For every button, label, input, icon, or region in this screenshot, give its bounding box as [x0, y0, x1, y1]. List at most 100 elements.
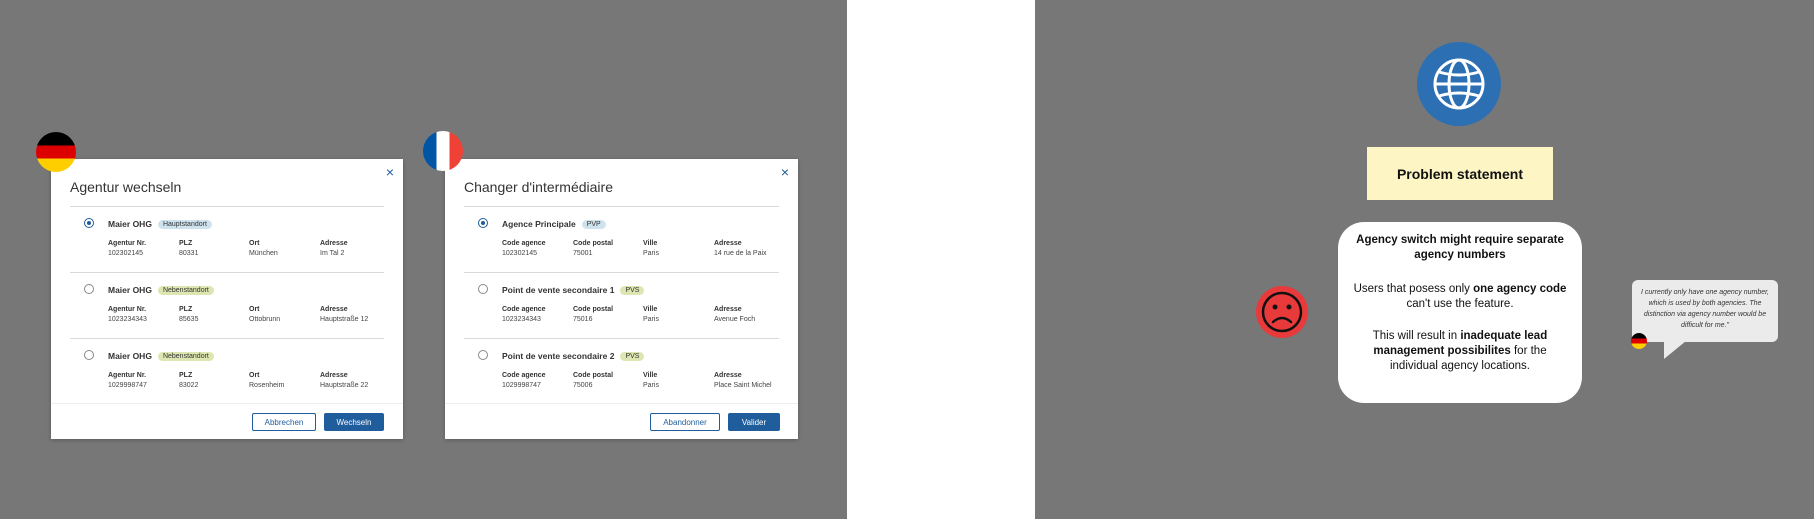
- german-flag-icon: [1631, 333, 1647, 349]
- cell-value: 80331: [179, 250, 199, 257]
- close-icon[interactable]: ×: [386, 165, 394, 179]
- cell-value: Im Tal 2: [320, 250, 345, 257]
- cell-value: Paris: [643, 316, 659, 323]
- agency-switch-dialog-de: × Agentur wechseln Maier OHG Hauptstandor…: [51, 159, 403, 439]
- column-header: Ort: [249, 240, 260, 247]
- radio-button[interactable]: [478, 218, 488, 228]
- cell-value: 14 rue de la Paix: [714, 250, 767, 257]
- cell-value: München: [249, 250, 278, 257]
- problem-text: Users that posess only: [1353, 283, 1474, 295]
- status-badge: Nebenstandort: [157, 352, 214, 361]
- agency-name: Agence Principale: [502, 219, 576, 229]
- column-header: Adresse: [714, 240, 742, 247]
- column-header: Code postal: [573, 372, 614, 379]
- list-item[interactable]: Maier OHG Hauptstandort Agentur Nr. 102302…: [70, 207, 384, 273]
- close-icon[interactable]: ×: [781, 165, 789, 179]
- status-badge: Hauptstandort: [157, 220, 212, 229]
- dialog-footer: Abbrechen Wechseln: [51, 403, 403, 439]
- column-header: Adresse: [714, 372, 742, 379]
- confirm-button[interactable]: Wechseln: [324, 413, 384, 431]
- agency-name: Point de vente secondaire 1: [502, 285, 615, 295]
- cell-value: 85635: [179, 316, 199, 323]
- cell-value: Place Saint Michel: [714, 382, 772, 389]
- problem-text-bold: one agency code: [1473, 283, 1567, 295]
- column-header: Agentur Nr.: [108, 372, 147, 379]
- column-header: Code agence: [502, 240, 546, 247]
- column-header: Ort: [249, 372, 260, 379]
- dialog-title: Agentur wechseln: [70, 179, 182, 195]
- cancel-button[interactable]: Abandonner: [650, 413, 720, 431]
- list-item[interactable]: Agence Principale PVP Code agence 10230214…: [464, 207, 779, 273]
- cell-value: Ottobrunn: [249, 316, 281, 323]
- problem-text: can't use the feature.: [1406, 298, 1514, 310]
- sad-face-icon: [1256, 286, 1308, 338]
- list-item[interactable]: Point de vente secondaire 2 PVS Code agen…: [464, 339, 779, 405]
- confirm-button[interactable]: Valider: [728, 413, 780, 431]
- column-header: Code agence: [502, 372, 546, 379]
- problem-statement-note: Problem statement: [1367, 147, 1553, 200]
- list-item[interactable]: Point de vente secondaire 1 PVS Code agen…: [464, 273, 779, 339]
- cell-value: 75001: [573, 250, 593, 257]
- column-header: Agentur Nr.: [108, 306, 147, 313]
- list-item[interactable]: Maier OHG Nebenstandort Agentur Nr. 102323…: [70, 273, 384, 339]
- cell-value: Hauptstraße 12: [320, 316, 369, 323]
- french-flag-icon: [423, 131, 463, 171]
- cell-value: 1029998747: [502, 382, 541, 389]
- cell-value: Rosenheim: [249, 382, 285, 389]
- column-header: Code postal: [573, 240, 614, 247]
- user-quote-bubble: I currently only have one agency number,…: [1632, 280, 1778, 342]
- cell-value: 75006: [573, 382, 593, 389]
- status-badge: PVP: [581, 220, 606, 229]
- agency-name: Point de vente secondaire 2: [502, 351, 615, 361]
- radio-button[interactable]: [478, 284, 488, 294]
- cell-value: 1029998747: [108, 382, 147, 389]
- cell-value: 102302145: [108, 250, 144, 257]
- column-header: Agentur Nr.: [108, 240, 147, 247]
- problem-text: This will result in: [1372, 330, 1461, 342]
- dialog-footer: Abandonner Valider: [445, 403, 798, 439]
- column-header: Adresse: [320, 306, 348, 313]
- agency-name: Maier OHG: [108, 219, 152, 229]
- status-badge: PVS: [620, 352, 645, 361]
- cell-value: 75016: [573, 316, 593, 323]
- problem-card: Agency switch might require separate age…: [1338, 222, 1582, 403]
- column-header: Adresse: [714, 306, 742, 313]
- cancel-button[interactable]: Abbrechen: [252, 413, 316, 431]
- agency-name: Maier OHG: [108, 285, 152, 295]
- agency-name: Maier OHG: [108, 351, 152, 361]
- column-header: Adresse: [320, 240, 348, 247]
- user-quote: I currently only have one agency number,…: [1640, 289, 1770, 329]
- quote-bubble-tail: [1664, 341, 1686, 359]
- status-badge: Nebenstandort: [157, 286, 214, 295]
- cell-value: Avenue Foch: [714, 316, 756, 323]
- agency-switch-dialog-fr: × Changer d'intermédiaire Agence Princip…: [445, 159, 798, 439]
- list-item[interactable]: Maier OHG Nebenstandort Agentur Nr. 102999…: [70, 339, 384, 405]
- column-header: PLZ: [179, 240, 193, 247]
- german-flag-icon: [36, 132, 76, 172]
- cell-value: 1023234343: [502, 316, 541, 323]
- dialog-title: Changer d'intermédiaire: [464, 179, 613, 195]
- cell-value: 83022: [179, 382, 199, 389]
- column-header: PLZ: [179, 372, 193, 379]
- cell-value: Paris: [643, 382, 659, 389]
- radio-button[interactable]: [478, 350, 488, 360]
- radio-button[interactable]: [84, 284, 94, 294]
- problem-title: Problem statement: [1396, 165, 1524, 182]
- column-header: Ort: [249, 306, 260, 313]
- radio-button[interactable]: [84, 350, 94, 360]
- globe-icon: [1417, 42, 1501, 126]
- radio-button[interactable]: [84, 218, 94, 228]
- cell-value: 1023234343: [108, 316, 147, 323]
- column-header: Code postal: [573, 306, 614, 313]
- problem-headline: Agency switch might require separate age…: [1356, 234, 1564, 261]
- cell-value: Paris: [643, 250, 659, 257]
- column-header: PLZ: [179, 306, 193, 313]
- column-header: Ville: [643, 372, 658, 379]
- column-header: Ville: [643, 306, 658, 313]
- column-header: Adresse: [320, 372, 348, 379]
- column-header: Code agence: [502, 306, 546, 313]
- white-panel: [847, 0, 1035, 519]
- status-badge: PVS: [620, 286, 645, 295]
- cell-value: 102302145: [502, 250, 538, 257]
- column-header: Ville: [643, 240, 658, 247]
